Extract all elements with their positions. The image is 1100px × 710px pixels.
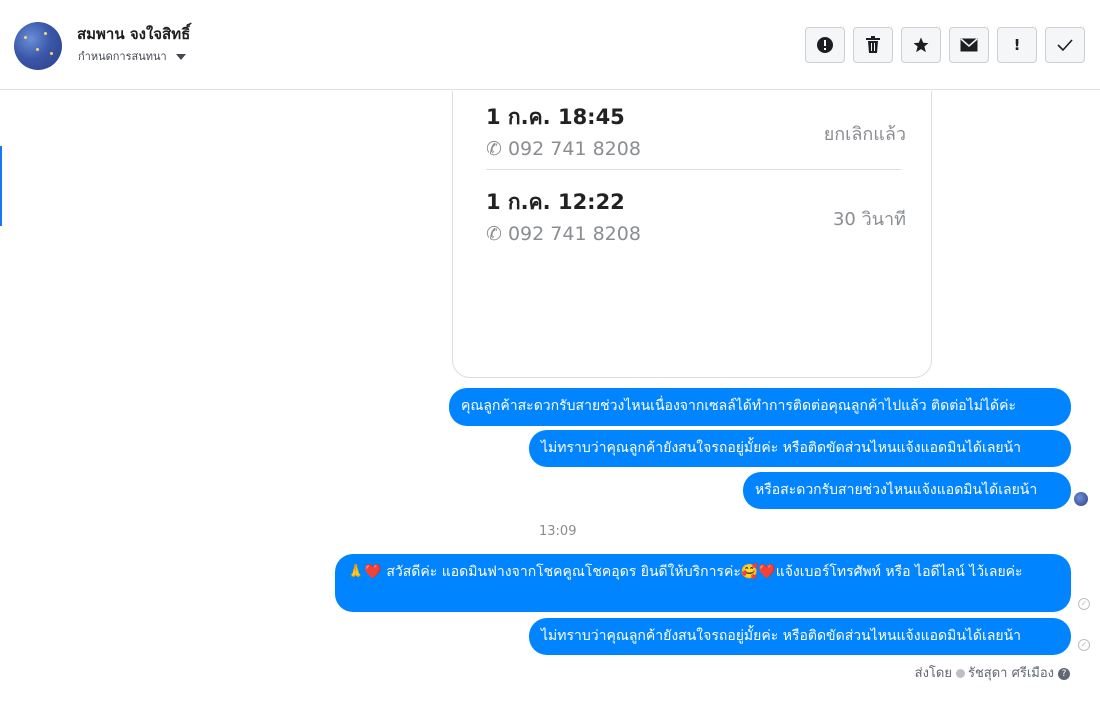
- assign-label: กำหนดการสนทนา: [78, 50, 167, 63]
- sent-check-icon: ✓: [1078, 598, 1090, 610]
- agent-avatar: [955, 669, 965, 678]
- call-log-image[interactable]: 1 ก.ค. 18:45 ✆ 092 741 8208 ยกเลิกแล้ว 1…: [452, 91, 932, 378]
- call-status: ยกเลิกแล้ว: [823, 124, 906, 145]
- contact-avatar[interactable]: [14, 22, 62, 70]
- message-bubble[interactable]: ไม่ทราบว่าคุณลูกค้ายังสนใจรถอยู่มั้ยค่ะ …: [529, 430, 1071, 467]
- call-log-entry: 1 ก.ค. 12:22 ✆ 092 741 8208 30 วินาที: [486, 186, 906, 245]
- contact-name[interactable]: สมพาน จงใจสิทธิ์: [77, 22, 190, 46]
- message-bubble[interactable]: คุณลูกค้าสะดวกรับสายช่วงไหนเนื่องจากเซลล…: [449, 388, 1071, 426]
- done-button[interactable]: [1045, 27, 1085, 63]
- check-icon: [1057, 39, 1073, 52]
- message-bubble[interactable]: ไม่ทราบว่าคุณลูกค้ายังสนใจรถอยู่มั้ยค่ะ …: [529, 618, 1071, 655]
- exclamation-icon: !: [1013, 36, 1021, 54]
- call-log-entry: 1 ก.ค. 18:45 ✆ 092 741 8208 ยกเลิกแล้ว: [486, 101, 906, 160]
- delete-button[interactable]: [853, 27, 893, 63]
- envelope-icon: [960, 38, 978, 52]
- star-button[interactable]: [901, 27, 941, 63]
- left-accent-bar: [0, 146, 2, 226]
- message-bubble[interactable]: 🙏❤️ สวัสดีค่ะ แอดมินฟางจากโชคคูณโชคอุดร …: [335, 554, 1071, 612]
- assign-conversation-dropdown[interactable]: กำหนดการสนทนา: [78, 47, 187, 65]
- message-bubble[interactable]: หรือสะดวกรับสายช่วงไหนแจ้งแอดมินได้เลยน้…: [743, 472, 1071, 509]
- call-log-divider: [486, 169, 901, 170]
- caret-down-icon: [176, 54, 187, 60]
- agent-name[interactable]: รัชสุดา ศรีเมือง: [968, 666, 1054, 681]
- phone-icon: ✆: [486, 223, 502, 245]
- seen-avatar: [1074, 492, 1088, 506]
- help-icon[interactable]: ?: [1058, 667, 1070, 680]
- follow-up-button[interactable]: !: [997, 27, 1037, 63]
- alert-circle-icon: [817, 37, 833, 53]
- spam-report-button[interactable]: [805, 27, 845, 63]
- mark-unread-button[interactable]: [949, 27, 989, 63]
- conversation-header: สมพาน จงใจสิทธิ์ กำหนดการสนทนา !: [0, 0, 1100, 90]
- call-status: 30 วินาที: [832, 209, 906, 230]
- star-icon: [913, 37, 929, 53]
- sent-by-label: ส่งโดย รัชสุดา ศรีเมือง?: [915, 662, 1070, 683]
- message-timestamp: 13:09: [539, 524, 577, 539]
- phone-icon: ✆: [486, 138, 502, 160]
- sent-by-prefix: ส่งโดย: [914, 666, 952, 681]
- trash-icon: [866, 36, 880, 53]
- sent-check-icon: ✓: [1078, 639, 1090, 651]
